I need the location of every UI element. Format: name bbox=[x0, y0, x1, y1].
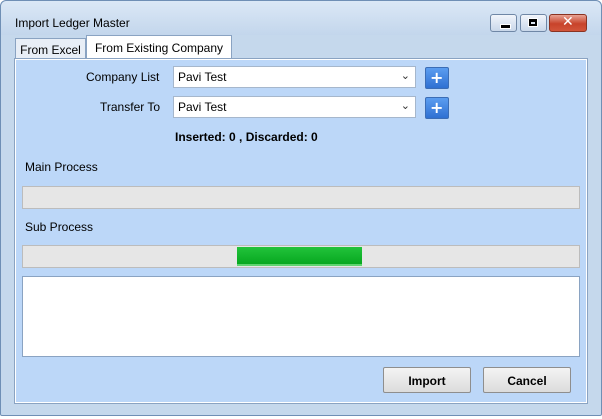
maximize-button[interactable] bbox=[520, 14, 547, 32]
add-transfer-company-button[interactable]: + bbox=[425, 97, 449, 119]
plus-icon: + bbox=[430, 68, 444, 87]
company-list-select[interactable]: Pavi Test ⌄ bbox=[173, 66, 416, 88]
import-button[interactable]: Import bbox=[383, 367, 471, 393]
chevron-down-icon: ⌄ bbox=[400, 99, 410, 112]
tab-from-excel[interactable]: From Excel bbox=[15, 38, 86, 60]
window-title: Import Ledger Master bbox=[15, 16, 130, 30]
main-process-label: Main Process bbox=[25, 160, 98, 174]
sub-process-label: Sub Process bbox=[25, 220, 94, 234]
sub-progress-fill bbox=[237, 247, 363, 266]
add-company-button[interactable]: + bbox=[425, 67, 449, 89]
company-list-value: Pavi Test bbox=[178, 70, 227, 84]
chevron-down-icon: ⌄ bbox=[400, 69, 410, 82]
transfer-to-label: Transfer To bbox=[100, 100, 161, 114]
status-text: Inserted: 0 , Discarded: 0 bbox=[175, 130, 318, 144]
import-ledger-window: Import Ledger Master ✕ From Excel From E… bbox=[0, 0, 602, 416]
transfer-to-select[interactable]: Pavi Test ⌄ bbox=[173, 96, 416, 118]
close-icon: ✕ bbox=[562, 14, 574, 30]
transfer-to-value: Pavi Test bbox=[178, 100, 227, 114]
title-bar[interactable]: Import Ledger Master ✕ bbox=[1, 1, 601, 35]
tab-from-existing-company[interactable]: From Existing Company bbox=[86, 35, 232, 60]
maximize-icon bbox=[528, 18, 538, 27]
minimize-button[interactable] bbox=[490, 14, 517, 32]
sub-progress-bar bbox=[22, 245, 580, 268]
main-progress-bar bbox=[22, 186, 580, 209]
plus-icon: + bbox=[430, 98, 444, 117]
cancel-button[interactable]: Cancel bbox=[483, 367, 571, 393]
company-list-label: Company List bbox=[86, 70, 160, 84]
minimize-icon bbox=[500, 24, 511, 29]
log-textarea[interactable] bbox=[22, 276, 580, 357]
close-button[interactable]: ✕ bbox=[549, 14, 587, 32]
tab-panel-existing-company: Company List Pavi Test ⌄ + Transfer To P… bbox=[14, 58, 588, 404]
